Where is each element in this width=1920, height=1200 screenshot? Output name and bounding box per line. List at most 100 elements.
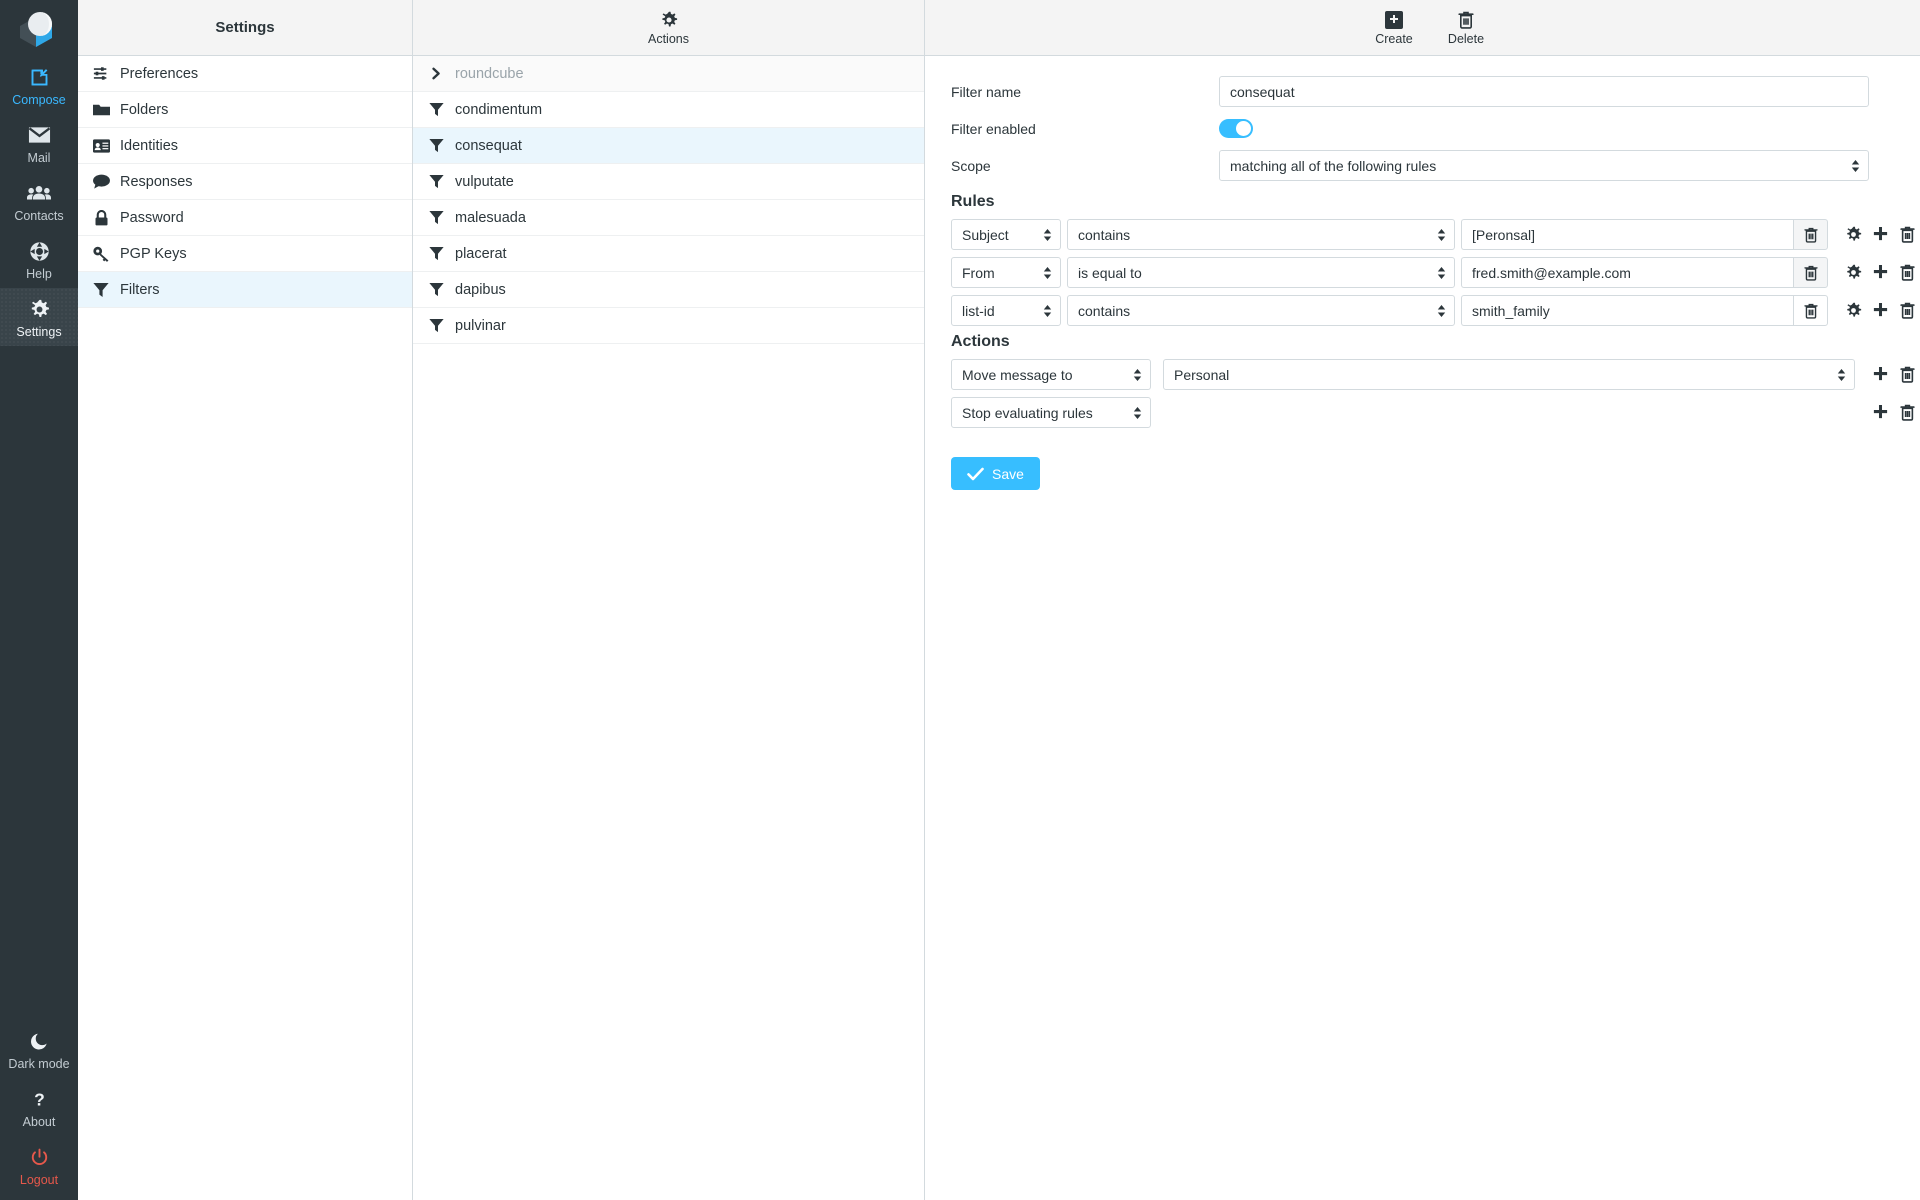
chevron-updown-icon [1437, 228, 1446, 241]
rule-operator-value: contains [1078, 302, 1131, 319]
sidebar-item-pgp-keys[interactable]: PGP Keys [78, 236, 412, 272]
delete-button[interactable]: Delete [1439, 9, 1493, 46]
rule-header-value: From [962, 264, 995, 281]
settings-panel-header: Settings [78, 0, 412, 56]
action-row: Move message to Personal [939, 359, 1917, 390]
rule-value-clear-button[interactable] [1793, 219, 1828, 250]
filter-icon [427, 174, 445, 189]
rail-item-help[interactable]: Help [0, 230, 78, 288]
rule-add-icon[interactable] [1871, 302, 1890, 319]
action-delete-icon[interactable] [1898, 404, 1917, 421]
rule-value-clear-button[interactable] [1793, 295, 1828, 326]
chevron-updown-icon [1043, 304, 1052, 317]
id-card-icon [92, 138, 110, 153]
scope-label: Scope [951, 157, 991, 174]
action-type-select[interactable]: Move message to [951, 359, 1151, 390]
question-icon: ? [30, 1087, 49, 1111]
filter-set-roundcube[interactable]: roundcube [413, 56, 924, 92]
filter-icon [427, 210, 445, 225]
rule-row: list-id contains [939, 295, 1917, 326]
rule-delete-icon[interactable] [1898, 226, 1917, 243]
sidebar-item-label: Filters [120, 281, 160, 298]
rail-item-contacts[interactable]: Contacts [0, 172, 78, 230]
task-rail: Compose Mail Contacts Help Settings Dark… [0, 0, 78, 1200]
action-delete-icon[interactable] [1898, 366, 1917, 383]
roundcube-logo [0, 0, 78, 56]
rail-item-mail[interactable]: Mail [0, 114, 78, 172]
rule-row: From is equal to [939, 257, 1917, 288]
page-title: Settings [215, 19, 275, 36]
rail-item-about[interactable]: ? About [0, 1078, 78, 1136]
list-item[interactable]: placerat [413, 236, 924, 272]
rule-header-select[interactable]: list-id [951, 295, 1061, 326]
rule-add-icon[interactable] [1871, 226, 1890, 243]
rule-delete-icon[interactable] [1898, 302, 1917, 319]
contacts-icon [27, 181, 51, 205]
trash-icon [1458, 9, 1474, 31]
list-item[interactable]: vulputate [413, 164, 924, 200]
create-button[interactable]: Create [1367, 9, 1421, 46]
rail-item-settings[interactable]: Settings [0, 288, 78, 346]
rule-operator-select[interactable]: contains [1067, 295, 1455, 326]
rule-delete-icon[interactable] [1898, 264, 1917, 281]
action-row: Stop evaluating rules [939, 397, 1917, 428]
chevron-updown-icon [1837, 368, 1846, 381]
filter-name-label: pulvinar [455, 317, 506, 334]
action-type-select[interactable]: Stop evaluating rules [951, 397, 1151, 428]
rail-item-dark-mode[interactable]: Dark mode [0, 1020, 78, 1078]
chevron-updown-icon [1043, 266, 1052, 279]
rule-value-input[interactable] [1461, 257, 1793, 288]
list-item[interactable]: dapibus [413, 272, 924, 308]
sidebar-item-label: Preferences [120, 65, 199, 82]
filter-icon [427, 138, 445, 153]
sidebar-item-preferences[interactable]: Preferences [78, 56, 412, 92]
rule-advanced-gear-icon[interactable] [1844, 226, 1863, 243]
list-item[interactable]: malesuada [413, 200, 924, 236]
scope-select[interactable]: matching all of the following rules [1219, 150, 1869, 181]
filter-actions-button[interactable]: Actions [642, 9, 696, 46]
rule-value-input[interactable] [1461, 219, 1793, 250]
rail-item-label: Compose [12, 93, 66, 107]
scope-row: Scope matching all of the following rule… [939, 150, 1917, 181]
filter-name-input[interactable] [1219, 76, 1869, 107]
filter-icon [427, 282, 445, 297]
filter-enabled-toggle[interactable] [1219, 119, 1253, 138]
mail-icon [28, 123, 51, 147]
filter-name-label: consequat [455, 137, 522, 154]
rail-item-compose[interactable]: Compose [0, 56, 78, 114]
help-icon [29, 239, 50, 263]
sidebar-item-folders[interactable]: Folders [78, 92, 412, 128]
save-button[interactable]: Save [951, 457, 1040, 490]
rail-item-logout[interactable]: Logout [0, 1136, 78, 1194]
rule-header-value: Subject [962, 226, 1009, 243]
rail-item-label: Mail [27, 151, 51, 165]
filters-panel-header: Actions [413, 0, 924, 56]
sidebar-item-filters[interactable]: Filters [78, 272, 412, 308]
rule-header-select[interactable]: From [951, 257, 1061, 288]
rule-header-select[interactable]: Subject [951, 219, 1061, 250]
sidebar-item-password[interactable]: Password [78, 200, 412, 236]
action-folder-select[interactable]: Personal [1163, 359, 1855, 390]
list-item[interactable]: consequat [413, 128, 924, 164]
rail-item-label: About [22, 1115, 56, 1129]
list-item[interactable]: pulvinar [413, 308, 924, 344]
rule-operator-select[interactable]: contains [1067, 219, 1455, 250]
sidebar-item-identities[interactable]: Identities [78, 128, 412, 164]
action-row-controls [1861, 366, 1917, 383]
chevron-right-icon [427, 67, 445, 80]
sidebar-item-label: Folders [120, 101, 169, 118]
action-add-icon[interactable] [1871, 404, 1890, 421]
rule-value-clear-button[interactable] [1793, 257, 1828, 288]
filter-name-label: placerat [455, 245, 507, 262]
sidebar-item-responses[interactable]: Responses [78, 164, 412, 200]
list-item[interactable]: condimentum [413, 92, 924, 128]
rule-advanced-gear-icon[interactable] [1844, 264, 1863, 281]
rule-operator-value: contains [1078, 226, 1131, 243]
rule-add-icon[interactable] [1871, 264, 1890, 281]
action-add-icon[interactable] [1871, 366, 1890, 383]
rule-value-wrapper [1461, 257, 1828, 288]
rule-operator-select[interactable]: is equal to [1067, 257, 1455, 288]
rule-advanced-gear-icon[interactable] [1844, 302, 1863, 319]
rule-value-input[interactable] [1461, 295, 1793, 326]
save-label: Save [992, 465, 1024, 482]
